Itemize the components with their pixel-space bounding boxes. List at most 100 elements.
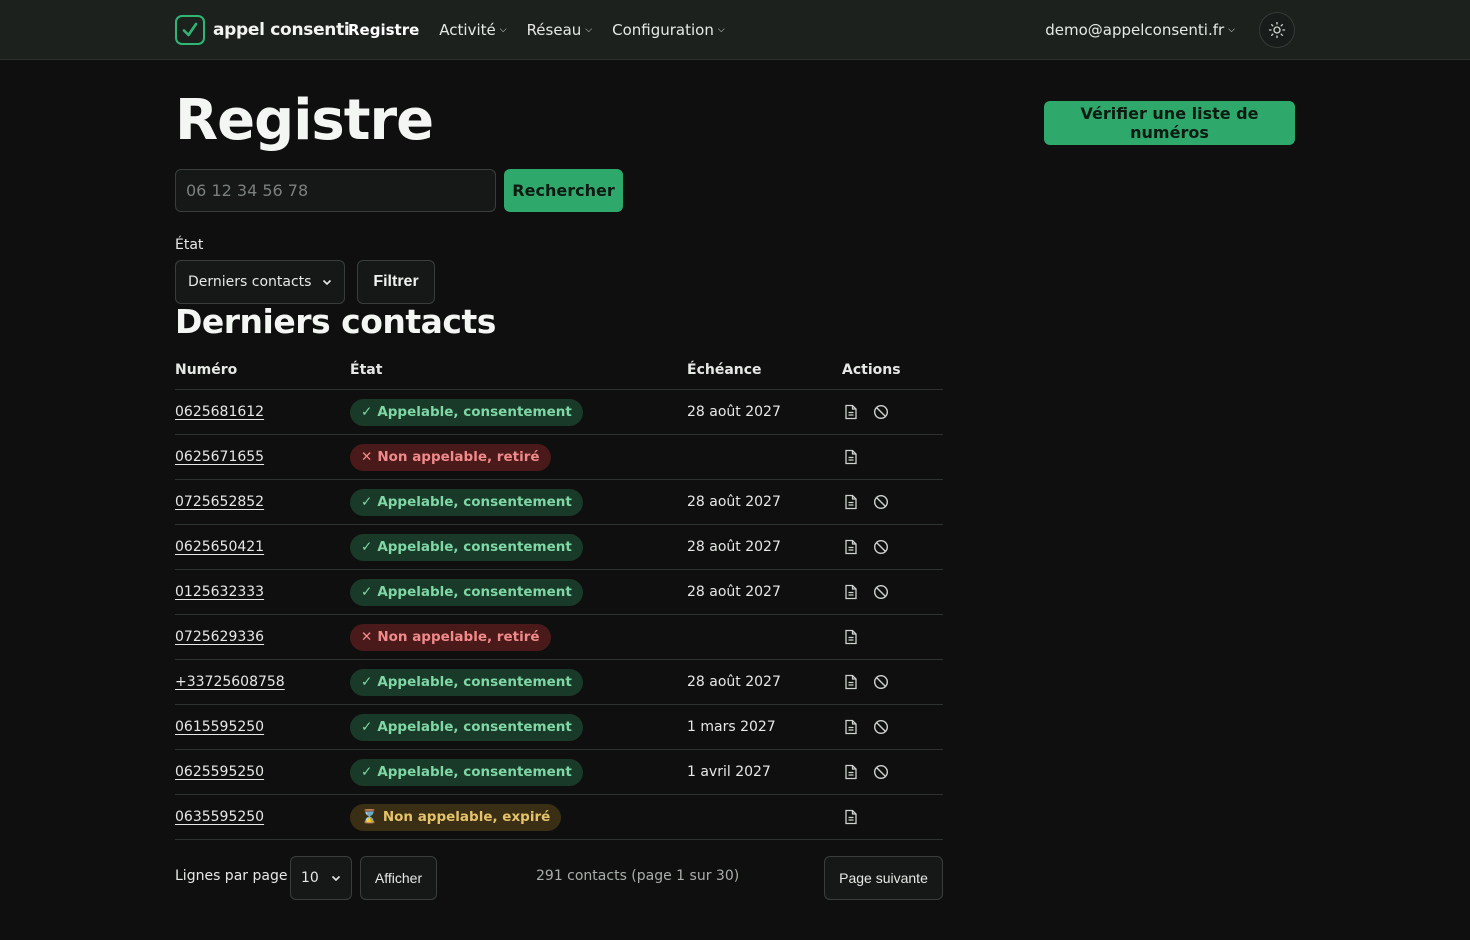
phone-number-link[interactable]: 0625671655 (175, 449, 264, 465)
phone-number-link[interactable]: 0725629336 (175, 629, 264, 645)
cell-echeance: 1 mars 2027 (687, 705, 776, 749)
phone-number-link[interactable]: 0635595250 (175, 809, 264, 825)
ban-icon[interactable] (872, 493, 890, 511)
document-icon[interactable] (842, 448, 860, 466)
cell-etat: ✕ Non appelable, retiré (350, 435, 551, 479)
nav-link-activite[interactable]: Activité ⌵ (439, 21, 506, 39)
status-badge: ✓ Appelable, consentement (350, 533, 583, 561)
phone-number-link[interactable]: 0125632333 (175, 584, 264, 600)
cell-echeance: 28 août 2027 (687, 480, 781, 524)
table-row: 0635595250 ⌛ Non appelable, expiré (175, 795, 943, 840)
cell-etat: ✓ Appelable, consentement (350, 480, 583, 524)
section-title: Derniers contacts (175, 302, 496, 341)
cell-echeance: 1 avril 2027 (687, 750, 771, 794)
cell-actions (842, 615, 860, 659)
status-text: Appelable, consentement (377, 494, 572, 510)
column-header-numero: Numéro (175, 362, 238, 378)
chevron-down-icon: ⌵ (585, 25, 593, 35)
document-icon[interactable] (842, 403, 860, 421)
table-row: +33725608758 ✓ Appelable, consentement 2… (175, 660, 943, 705)
cell-numero: 0625595250 (175, 750, 264, 794)
brand-logo[interactable]: appel consenti (175, 15, 350, 45)
cell-numero: +33725608758 (175, 660, 285, 704)
etat-filter-label: État (175, 237, 204, 253)
document-icon[interactable] (842, 718, 860, 736)
ban-icon[interactable] (872, 673, 890, 691)
document-icon[interactable] (842, 628, 860, 646)
cell-echeance: 28 août 2027 (687, 525, 781, 569)
cell-numero: 0625671655 (175, 435, 264, 479)
nav-link-configuration[interactable]: Configuration ⌵ (612, 21, 725, 39)
phone-number-link[interactable]: 0725652852 (175, 494, 264, 510)
status-text: Non appelable, retiré (377, 629, 540, 645)
chevron-down-icon: ⌵ (1228, 25, 1235, 35)
next-page-button[interactable]: Page suivante (824, 856, 943, 900)
check-icon: ✓ (361, 404, 373, 420)
ban-icon[interactable] (872, 718, 890, 736)
table-row: 0625650421 ✓ Appelable, consentement 28 … (175, 525, 943, 570)
filter-button[interactable]: Filtrer (357, 260, 435, 304)
cell-numero: 0625681612 (175, 390, 264, 434)
check-icon: ✓ (361, 674, 373, 690)
ban-icon[interactable] (872, 763, 890, 781)
phone-number-link[interactable]: 0625681612 (175, 404, 264, 420)
cell-etat: ✓ Appelable, consentement (350, 570, 583, 614)
status-text: Appelable, consentement (377, 404, 572, 420)
document-icon[interactable] (842, 538, 860, 556)
check-icon: ✓ (361, 539, 373, 555)
status-text: Appelable, consentement (377, 584, 572, 600)
ban-icon[interactable] (872, 538, 890, 556)
document-icon[interactable] (842, 673, 860, 691)
cell-echeance: 28 août 2027 (687, 660, 781, 704)
nav-link-label: Activité (439, 21, 496, 39)
echeance-date: 28 août 2027 (687, 494, 781, 510)
document-icon[interactable] (842, 763, 860, 781)
cell-actions (842, 435, 860, 479)
echeance-date: 28 août 2027 (687, 404, 781, 420)
document-icon[interactable] (842, 493, 860, 511)
phone-search-input[interactable] (175, 169, 496, 212)
status-badge: ✓ Appelable, consentement (350, 758, 583, 786)
table-row: 0625671655 ✕ Non appelable, retiré (175, 435, 943, 480)
status-badge: ✕ Non appelable, retiré (350, 623, 551, 651)
cell-actions (842, 390, 890, 434)
ban-icon[interactable] (872, 583, 890, 601)
cell-etat: ⌛ Non appelable, expiré (350, 795, 562, 839)
phone-number-link[interactable]: +33725608758 (175, 674, 285, 690)
table-row: 0725652852 ✓ Appelable, consentement 28 … (175, 480, 943, 525)
echeance-date: 28 août 2027 (687, 674, 781, 690)
cell-etat: ✓ Appelable, consentement (350, 705, 583, 749)
status-badge: ✓ Appelable, consentement (350, 578, 583, 606)
nav-link-registre[interactable]: Registre (348, 21, 419, 39)
document-icon[interactable] (842, 808, 860, 826)
status-badge: ⌛ Non appelable, expiré (350, 803, 562, 831)
theme-toggle-button[interactable] (1259, 12, 1295, 48)
checkmark-logo-icon (175, 15, 205, 45)
phone-number-link[interactable]: 0625595250 (175, 764, 264, 780)
status-text: Appelable, consentement (377, 719, 572, 735)
cell-echeance: 28 août 2027 (687, 390, 781, 434)
verify-numbers-button[interactable]: Vérifier une liste de numéros (1044, 101, 1295, 145)
cell-numero: 0615595250 (175, 705, 264, 749)
status-badge: ✕ Non appelable, retiré (350, 443, 551, 471)
search-button[interactable]: Rechercher (504, 169, 623, 212)
etat-filter-select[interactable]: Derniers contacts (175, 260, 345, 304)
cell-actions (842, 570, 890, 614)
status-text: Appelable, consentement (377, 674, 572, 690)
cell-etat: ✕ Non appelable, retiré (350, 615, 551, 659)
cell-numero: 0625650421 (175, 525, 264, 569)
phone-number-link[interactable]: 0625650421 (175, 539, 264, 555)
rows-per-page-label: Lignes par page (175, 868, 288, 884)
rows-per-page-select[interactable]: 10 (290, 856, 352, 900)
user-menu[interactable]: demo@appelconsenti.fr ⌵ (1045, 0, 1235, 60)
ban-icon[interactable] (872, 403, 890, 421)
cell-actions (842, 705, 890, 749)
contacts-table: Numéro État Échéance Actions 0625681612 … (175, 352, 943, 840)
check-icon: ✓ (361, 584, 373, 600)
nav-link-reseau[interactable]: Réseau ⌵ (527, 21, 593, 39)
show-rows-button[interactable]: Afficher (360, 856, 437, 900)
document-icon[interactable] (842, 583, 860, 601)
status-badge: ✓ Appelable, consentement (350, 488, 583, 516)
table-row: 0615595250 ✓ Appelable, consentement 1 m… (175, 705, 943, 750)
phone-number-link[interactable]: 0615595250 (175, 719, 264, 735)
